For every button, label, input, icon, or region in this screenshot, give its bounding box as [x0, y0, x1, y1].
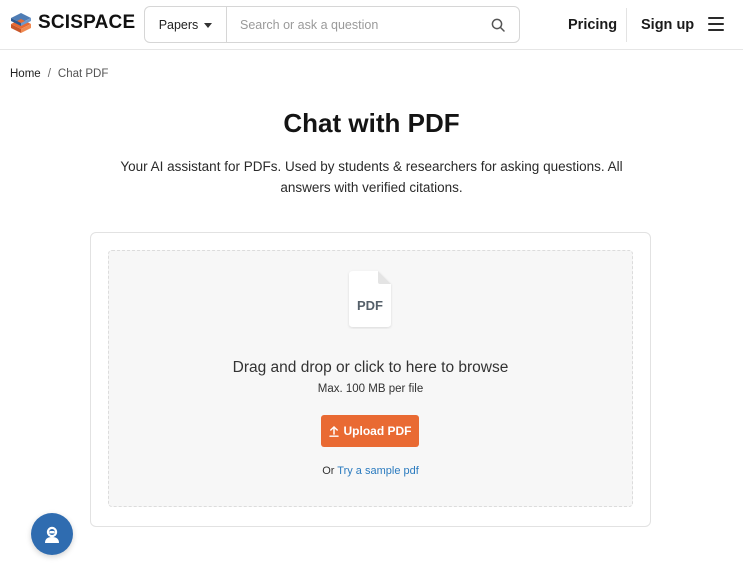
sample-pdf-line: Or Try a sample pdf [109, 465, 632, 477]
search-input[interactable] [227, 7, 477, 42]
sample-prefix: Or [322, 465, 335, 477]
signup-link[interactable]: Sign up [641, 17, 694, 33]
breadcrumb-home[interactable]: Home [10, 68, 41, 80]
brand-name: SCISPACE [38, 12, 136, 33]
try-sample-pdf-link[interactable]: Try a sample pdf [337, 465, 419, 477]
pdf-dropzone[interactable]: PDF Drag and drop or click to here to br… [108, 250, 633, 507]
page-title: Chat with PDF [283, 108, 460, 138]
papers-dropdown[interactable]: Papers [145, 7, 227, 42]
chat-support-icon [45, 526, 59, 543]
chat-support-button[interactable] [31, 513, 73, 555]
top-navbar: SCISPACE Papers Pricing Sign up [0, 0, 743, 50]
pdf-file-icon: PDF [347, 269, 393, 329]
breadcrumb: Home / Chat PDF [10, 68, 108, 80]
hamburger-menu-icon[interactable] [708, 17, 724, 31]
pricing-link[interactable]: Pricing [568, 17, 617, 33]
caret-down-icon [204, 22, 213, 28]
pdf-icon-label: PDF [357, 298, 383, 313]
search-button[interactable] [477, 7, 519, 42]
scispace-logo[interactable]: SCISPACE [10, 12, 135, 34]
upload-pdf-label: Upload PDF [343, 424, 412, 438]
papers-dropdown-label: Papers [158, 17, 199, 32]
upload-card: PDF Drag and drop or click to here to br… [90, 232, 651, 527]
nav-divider [626, 8, 627, 42]
page-subtitle: Your AI assistant for PDFs. Used by stud… [120, 159, 623, 195]
scispace-logo-icon [11, 13, 31, 33]
drop-instructions: Drag and drop or click to here to browse [232, 359, 509, 376]
upload-pdf-button[interactable]: Upload PDF [321, 415, 419, 447]
breadcrumb-current: Chat PDF [57, 68, 109, 80]
search-bar: Papers [144, 6, 520, 43]
breadcrumb-separator: / [47, 68, 51, 80]
search-icon [491, 18, 505, 32]
max-size-note: Max. 100 MB per file [317, 383, 424, 395]
upload-arrow-icon [328, 425, 339, 437]
